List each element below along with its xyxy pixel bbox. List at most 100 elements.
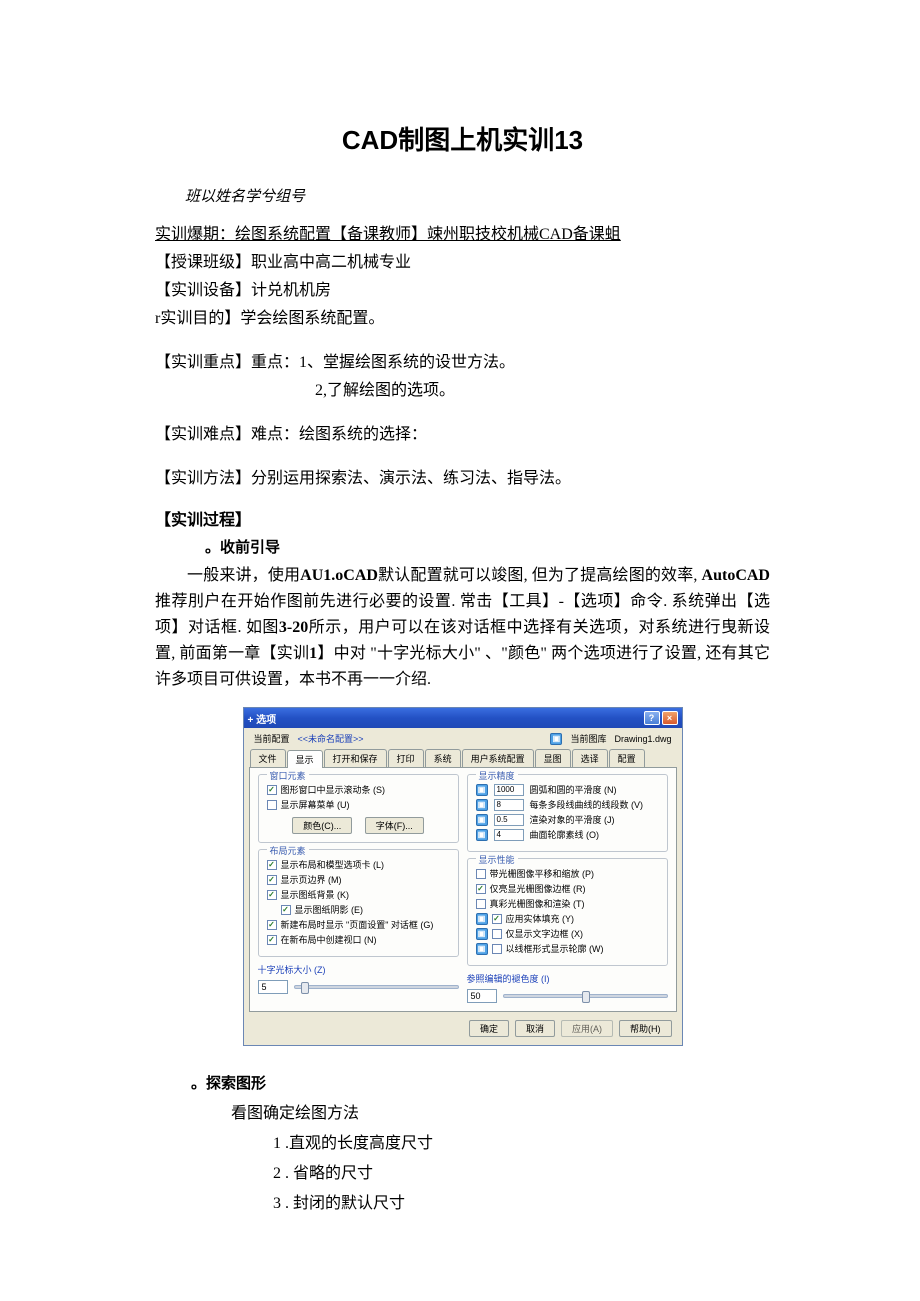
explore-item-3: 3 . 封闭的默认尺寸 xyxy=(155,1189,770,1213)
goal-line: r实训目的】学会绘图系统配置。 xyxy=(155,304,770,328)
current-drawing-label: 当前图库 xyxy=(570,732,606,745)
equipment-line: 【实训设备】计兑机机房 xyxy=(155,276,770,300)
perf-icon-3: ▣ xyxy=(476,943,488,955)
chk-pagesetup[interactable]: ✓ xyxy=(267,920,277,930)
chk-highlight-frame-label: 仅亮显光栅图像边框 (R) xyxy=(490,882,586,895)
tab-profiles[interactable]: 配置 xyxy=(609,749,645,767)
chk-panzoom-label: 带光栅图像平移和缩放 (P) xyxy=(490,867,595,880)
tab-system[interactable]: 系统 xyxy=(425,749,461,767)
dialog-footer: 确定 取消 应用(A) 帮助(H) xyxy=(244,1012,682,1045)
para-bold-3: 3-20 xyxy=(279,619,308,636)
options-dialog: + 选项 ? × 当前配置 <<未命名配置>> ▣ 当前图库 Drawing1.… xyxy=(243,707,683,1046)
group-title-performance: 显示性能 xyxy=(476,853,518,866)
spin-icon-4: ▣ xyxy=(476,829,488,841)
chk-textframe[interactable] xyxy=(492,929,502,939)
fade-value[interactable]: 50 xyxy=(467,989,497,1003)
group-window-elements: 窗口元素 ✓图形窗口中显示滚动条 (S) 显示屏幕菜单 (U) 颜色(C)...… xyxy=(258,774,459,843)
ok-button[interactable]: 确定 xyxy=(469,1020,509,1037)
render-smooth-input[interactable]: 0.5 xyxy=(494,814,524,826)
perf-icon-1: ▣ xyxy=(476,913,488,925)
config-row: 当前配置 <<未命名配置>> ▣ 当前图库 Drawing1.dwg xyxy=(244,728,682,749)
chk-viewport[interactable]: ✓ xyxy=(267,935,277,945)
contour-input[interactable]: 4 xyxy=(494,829,524,841)
chk-highlight-frame[interactable]: ✓ xyxy=(476,884,486,894)
checkbox-screenmenu[interactable] xyxy=(267,800,277,810)
subject-text: 实训爆期：绘图系统配置【备课教师】竦州职技校机械CAD备课蛆 xyxy=(155,226,621,243)
chk-paper-bg[interactable]: ✓ xyxy=(267,890,277,900)
method-line: 【实训方法】分别运用探索法、演示法、练习法、指导法。 xyxy=(155,464,770,488)
color-button[interactable]: 颜色(C)... xyxy=(292,817,352,834)
chk-truecolor[interactable] xyxy=(476,899,486,909)
tab-panel: 窗口元素 ✓图形窗口中显示滚动条 (S) 显示屏幕菜单 (U) 颜色(C)...… xyxy=(249,767,677,1012)
chk-margins-label: 显示页边界 (M) xyxy=(281,873,342,886)
explore-item-2: 2 . 省略的尺寸 xyxy=(155,1159,770,1183)
group-display-performance: 显示性能 带光栅图像平移和缩放 (P) ✓仅亮显光栅图像边框 (R) 真彩光栅图… xyxy=(467,858,668,966)
current-config-value: <<未命名配置>> xyxy=(298,732,364,745)
tab-userpref[interactable]: 用户系统配置 xyxy=(462,749,534,767)
chk-solidfill[interactable]: ✓ xyxy=(492,914,502,924)
explore-item-1: 1 .直观的长度高度尺寸 xyxy=(155,1129,770,1153)
tab-print[interactable]: 打印 xyxy=(388,749,424,767)
group-title-layout: 布局元素 xyxy=(267,844,309,857)
spin-icon-3: ▣ xyxy=(476,814,488,826)
keypoint-line-1: 【实训重点】重点：1、堂握绘图系统的设世方法。 xyxy=(155,348,770,372)
explore-block: 。探索图形 看图确定绘图方法 1 .直观的长度高度尺寸 2 . 省略的尺寸 3 … xyxy=(155,1072,770,1213)
chk-margins[interactable]: ✓ xyxy=(267,875,277,885)
arc-smooth-input[interactable]: 1000 xyxy=(494,784,524,796)
page-title: CAD制图上机实训13 xyxy=(155,120,770,157)
chk-wireframe[interactable] xyxy=(492,944,502,954)
group-title-resolution: 显示精度 xyxy=(476,769,518,782)
contour-label: 曲面轮廓素线 (O) xyxy=(530,828,600,841)
keypoint-line-2: 2,了解绘图的选项。 xyxy=(155,376,770,400)
class-line: 【授课班级】职业高中高二机械专业 xyxy=(155,248,770,272)
subject-line: 实训爆期：绘图系统配置【备课教师】竦州职技校机械CAD备课蛆 xyxy=(155,220,770,244)
arc-smooth-label: 圆弧和圆的平滑度 (N) xyxy=(530,783,617,796)
tab-file[interactable]: 文件 xyxy=(250,749,286,767)
chk-truecolor-label: 真彩光栅图像和渲染 (T) xyxy=(490,897,585,910)
fade-slider[interactable] xyxy=(503,994,668,998)
para-bold-2: AutoCAD xyxy=(702,567,770,584)
para-text-1a: 一般来讲，使用 xyxy=(187,567,300,584)
chk-screenmenu-label: 显示屏幕菜单 (U) xyxy=(281,798,350,811)
para-bold-4: 1 xyxy=(309,645,317,662)
polyline-seg-input[interactable]: 8 xyxy=(494,799,524,811)
cancel-button[interactable]: 取消 xyxy=(515,1020,555,1037)
dialog-title: + 选项 xyxy=(248,711,277,726)
para-text-1b: 默认配置就可以竣图, 但为了提高绘图的效率, xyxy=(378,567,702,584)
fade-section: 参照编辑的褪色度 (I) 50 xyxy=(467,972,668,1003)
spin-icon-1: ▣ xyxy=(476,784,488,796)
current-config-label: 当前配置 xyxy=(254,732,290,745)
help-icon[interactable]: ? xyxy=(644,711,660,725)
dialog-titlebar[interactable]: + 选项 ? × xyxy=(244,708,682,728)
apply-button[interactable]: 应用(A) xyxy=(561,1020,613,1037)
chk-layout-tabs-label: 显示布局和模型选项卡 (L) xyxy=(281,858,385,871)
chk-paper-shadow[interactable]: ✓ xyxy=(281,905,291,915)
checkbox-scrollbar[interactable]: ✓ xyxy=(267,785,277,795)
group-layout-elements: 布局元素 ✓显示布局和模型选项卡 (L) ✓显示页边界 (M) ✓显示图纸背景 … xyxy=(258,849,459,957)
dialog-figure: + 选项 ? × 当前配置 <<未命名配置>> ▣ 当前图库 Drawing1.… xyxy=(155,707,770,1046)
chk-textframe-label: 仅显示文字边框 (X) xyxy=(506,927,584,940)
document-page: CAD制图上机实训13 班以姓名学兮组号 实训爆期：绘图系统配置【备课教师】竦州… xyxy=(0,0,920,1263)
tab-draft[interactable]: 显图 xyxy=(535,749,571,767)
header-line: 班以姓名学兮组号 xyxy=(155,185,770,206)
tab-display[interactable]: 显示 xyxy=(287,750,323,768)
chk-viewport-label: 在新布局中创建视口 (N) xyxy=(281,933,377,946)
chk-paper-shadow-label: 显示图纸阴影 (E) xyxy=(295,903,364,916)
chk-panzoom[interactable] xyxy=(476,869,486,879)
help-button[interactable]: 帮助(H) xyxy=(619,1020,672,1037)
tab-opensave[interactable]: 打开和保存 xyxy=(324,749,387,767)
chk-layout-tabs[interactable]: ✓ xyxy=(267,860,277,870)
crosshair-value[interactable]: 5 xyxy=(258,980,288,994)
para-bold-1: AU1.oCAD xyxy=(300,567,378,584)
process-label: 【实训过程】 xyxy=(155,506,770,530)
tab-select[interactable]: 选译 xyxy=(572,749,608,767)
current-drawing-value: Drawing1.dwg xyxy=(614,734,671,744)
chk-pagesetup-label: 新建布局时显示 "页面设置" 对话框 (G) xyxy=(281,918,434,931)
close-icon[interactable]: × xyxy=(662,711,678,725)
explore-heading: 。探索图形 xyxy=(155,1072,770,1093)
font-button[interactable]: 字体(F)... xyxy=(365,817,424,834)
crosshair-section: 十字光标大小 (Z) 5 xyxy=(258,963,459,994)
group-title-window: 窗口元素 xyxy=(267,769,309,782)
tab-strip: 文件 显示 打开和保存 打印 系统 用户系统配置 显图 选译 配置 xyxy=(244,749,682,767)
crosshair-slider[interactable] xyxy=(294,985,459,989)
